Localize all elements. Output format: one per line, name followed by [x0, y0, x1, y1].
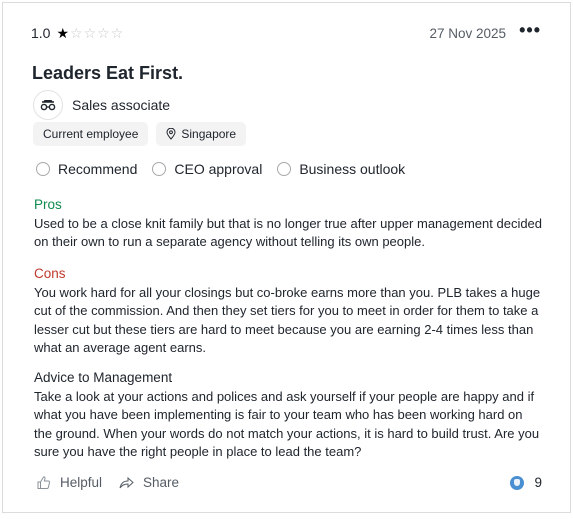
star-filled-icon: ★: [56, 25, 70, 41]
indicator-label: Recommend: [58, 161, 138, 177]
location-pin-icon: [166, 128, 176, 140]
cons-heading: Cons: [34, 266, 66, 281]
helpful-label: Helpful: [60, 475, 103, 490]
share-button[interactable]: Share: [119, 475, 179, 490]
cons-text: You work hard for all your closings but …: [34, 285, 541, 355]
indicator-label: CEO approval: [174, 161, 263, 177]
star-empty-icon: ☆: [70, 25, 83, 41]
helpful-badge-icon: [510, 475, 525, 490]
indicator-label: Business outlook: [299, 161, 406, 177]
more-options-icon[interactable]: •••: [519, 21, 541, 39]
advice-text: Take a look at your actions and polices …: [34, 389, 540, 459]
briefcase-sunglasses-icon: [33, 90, 63, 120]
review-card: 1.0 ★ ☆ ☆ ☆ ☆ 27 Nov 2025 ••• Leaders Ea…: [2, 2, 571, 513]
pros-section: Pros Used to be a close knit family but …: [34, 196, 544, 252]
share-label: Share: [143, 475, 180, 490]
review-date: 27 Nov 2025: [429, 26, 506, 41]
empty-circle-icon: [36, 162, 50, 176]
indicator-row: Recommend CEO approval Business outlook: [36, 161, 420, 177]
star-empty-icon: ☆: [83, 25, 97, 41]
helpful-count-value: 9: [534, 475, 542, 490]
advice-section: Advice to Management Take a look at your…: [34, 369, 544, 461]
location-chip: Singapore: [156, 122, 247, 146]
helpful-count: 9: [510, 475, 542, 490]
share-arrow-icon: [119, 476, 134, 489]
employee-info-chips: Current employee Singapore: [33, 122, 247, 146]
review-footer: Helpful Share 9: [36, 475, 542, 490]
pros-text: Used to be a close knit family but that …: [34, 216, 543, 250]
job-row: Sales associate: [33, 90, 170, 120]
pros-heading: Pros: [34, 197, 62, 212]
employment-status-label: Current employee: [43, 127, 139, 141]
star-rating: ★ ☆ ☆ ☆ ☆: [56, 26, 124, 40]
empty-circle-icon: [277, 162, 292, 176]
cons-section: Cons You work hard for all your closings…: [34, 265, 544, 357]
indicator-recommend[interactable]: Recommend: [36, 161, 137, 177]
empty-circle-icon: [152, 162, 167, 176]
thumbs-up-icon: [37, 476, 51, 489]
star-empty-icon: ☆: [97, 25, 110, 41]
advice-heading: Advice to Management: [34, 370, 173, 385]
location-label: Singapore: [181, 127, 237, 141]
indicator-business-outlook[interactable]: Business outlook: [277, 161, 405, 177]
rating-row: 1.0 ★ ☆ ☆ ☆ ☆: [31, 25, 124, 41]
review-title: Leaders Eat First.: [32, 63, 184, 83]
star-empty-icon: ☆: [110, 25, 124, 41]
employment-status-chip: Current employee: [33, 122, 149, 146]
job-title: Sales associate: [72, 97, 171, 113]
indicator-ceo-approval[interactable]: CEO approval: [152, 161, 262, 177]
helpful-button[interactable]: Helpful: [36, 475, 102, 490]
rating-value: 1.0: [31, 25, 51, 41]
